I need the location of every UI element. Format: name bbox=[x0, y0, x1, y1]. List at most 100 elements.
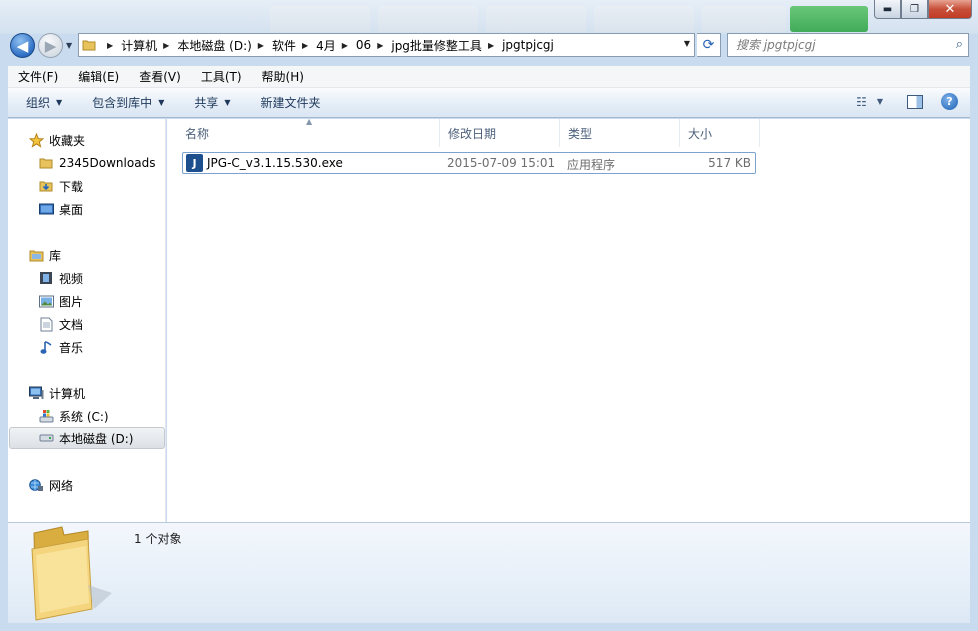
background-tab bbox=[378, 6, 478, 32]
menu-edit[interactable]: 编辑(E) bbox=[68, 68, 129, 85]
nav-2345downloads-label: 2345Downloads bbox=[59, 156, 156, 170]
star-icon bbox=[28, 132, 44, 148]
close-button[interactable]: ✕ bbox=[928, 0, 972, 19]
column-header-name-label: 名称 bbox=[185, 126, 210, 141]
exe-file-icon: J bbox=[186, 154, 203, 172]
background-tab bbox=[594, 6, 694, 32]
preview-pane-icon[interactable] bbox=[907, 94, 923, 109]
menu-help[interactable]: 帮助(H) bbox=[252, 68, 314, 85]
share-button[interactable]: 共享 ▼ bbox=[174, 94, 240, 111]
menu-file[interactable]: 文件(F) bbox=[8, 68, 68, 85]
search-box[interactable]: ⌕ bbox=[727, 33, 969, 57]
include-in-library-label: 包含到库中 bbox=[92, 96, 153, 110]
background-tab bbox=[702, 6, 786, 32]
window-controls: ▬ ❐ ✕ bbox=[874, 0, 972, 19]
nav-favorites-label: 收藏夹 bbox=[49, 133, 86, 148]
nav-system-c-label: 系统 (C:) bbox=[59, 409, 109, 424]
view-dropdown-icon[interactable]: ▼ bbox=[877, 97, 883, 106]
help-icon[interactable]: ? bbox=[941, 93, 958, 110]
video-icon bbox=[38, 270, 54, 286]
nav-libraries[interactable]: 库 bbox=[28, 244, 61, 266]
organize-button[interactable]: 组织 ▼ bbox=[8, 94, 72, 111]
folder-icon bbox=[79, 34, 99, 56]
chevron-down-icon: ▼ bbox=[158, 98, 165, 107]
background-tab bbox=[486, 6, 586, 32]
nav-downloads-label: 下载 bbox=[59, 179, 84, 194]
nav-local-d[interactable]: 本地磁盘 (D:) bbox=[9, 427, 165, 449]
nav-documents-label: 文档 bbox=[59, 317, 84, 332]
chevron-right-icon[interactable]: ▶ bbox=[302, 41, 308, 50]
item-count: 1 个对象 bbox=[134, 532, 182, 546]
breadcrumb-item[interactable]: 4月 ▶ bbox=[316, 37, 356, 54]
nav-network[interactable]: 网络 bbox=[28, 474, 73, 496]
nav-videos-label: 视频 bbox=[59, 271, 84, 286]
folder-icon bbox=[38, 155, 54, 171]
minimize-button[interactable]: ▬ bbox=[874, 0, 901, 19]
file-modified: 2015-07-09 15:01 bbox=[447, 156, 556, 170]
chevron-right-icon[interactable]: ▶ bbox=[163, 41, 169, 50]
nav-favorites[interactable]: 收藏夹 bbox=[28, 129, 85, 151]
menu-tools[interactable]: 工具(T) bbox=[191, 68, 252, 85]
nav-system-c[interactable]: 系统 (C:) bbox=[38, 405, 109, 427]
address-dropdown-icon[interactable]: ▼ bbox=[684, 39, 690, 48]
refresh-button[interactable]: ⟳ bbox=[697, 33, 721, 57]
window-titlebar: ▬ ❐ ✕ bbox=[0, 0, 978, 34]
forward-button[interactable]: ▶ bbox=[38, 33, 63, 58]
desktop-icon bbox=[38, 201, 54, 217]
nav-network-label: 网络 bbox=[49, 478, 74, 493]
breadcrumb-item[interactable]: 计算机 ▶ bbox=[121, 37, 177, 54]
breadcrumb-item[interactable]: jpgtpjcgj bbox=[502, 38, 554, 52]
search-input[interactable] bbox=[736, 38, 936, 52]
new-folder-button[interactable]: 新建文件夹 bbox=[241, 94, 331, 111]
breadcrumb-item[interactable]: 软件 ▶ bbox=[272, 37, 316, 54]
nav-desktop-label: 桌面 bbox=[59, 202, 84, 217]
file-row[interactable]: J JPG-C_v3.1.15.530.exe 2015-07-09 15:01… bbox=[182, 152, 756, 174]
chevron-down-icon: ▼ bbox=[224, 98, 231, 107]
column-header-size[interactable]: 大小 bbox=[678, 119, 760, 147]
menu-bar: 文件(F) 编辑(E) 查看(V) 工具(T) 帮助(H) bbox=[8, 66, 970, 88]
breadcrumb-item[interactable]: 06 ▶ bbox=[356, 38, 391, 52]
large-folder-icon bbox=[28, 525, 118, 624]
nav-documents[interactable]: 文档 bbox=[38, 313, 83, 335]
refresh-icon: ⟳ bbox=[702, 37, 715, 53]
chevron-right-icon[interactable]: ▶ bbox=[107, 41, 113, 50]
nav-2345downloads[interactable]: 2345Downloads bbox=[38, 152, 155, 174]
search-icon[interactable]: ⌕ bbox=[956, 37, 963, 52]
nav-computer-label: 计算机 bbox=[49, 386, 86, 401]
music-icon bbox=[38, 339, 54, 355]
column-header-type[interactable]: 类型 bbox=[558, 119, 680, 147]
nav-pictures-label: 图片 bbox=[59, 294, 84, 309]
nav-pictures[interactable]: 图片 bbox=[38, 290, 83, 312]
nav-desktop[interactable]: 桌面 bbox=[38, 198, 83, 220]
picture-icon bbox=[38, 293, 54, 309]
recent-pages-dropdown[interactable]: ▼ bbox=[66, 41, 72, 50]
nav-downloads[interactable]: 下载 bbox=[38, 175, 83, 197]
view-options-icon[interactable]: ☷ bbox=[856, 95, 867, 109]
breadcrumb-item[interactable]: 本地磁盘 (D:) ▶ bbox=[177, 37, 272, 54]
hard-drive-icon bbox=[38, 430, 54, 446]
back-button[interactable]: ◀ bbox=[10, 33, 35, 58]
nav-music[interactable]: 音乐 bbox=[38, 336, 83, 358]
chevron-right-icon[interactable]: ▶ bbox=[488, 41, 494, 50]
chevron-right-icon[interactable]: ▶ bbox=[258, 41, 264, 50]
column-header-modified[interactable]: 修改日期 bbox=[438, 119, 560, 147]
background-tab bbox=[270, 6, 370, 32]
breadcrumb-item[interactable]: jpg批量修整工具 ▶ bbox=[391, 37, 502, 54]
download-folder-icon bbox=[38, 178, 54, 194]
nav-computer[interactable]: 计算机 bbox=[28, 382, 85, 404]
chevron-right-icon[interactable]: ▶ bbox=[342, 41, 348, 50]
column-header-name[interactable]: 名称 bbox=[175, 119, 440, 147]
chevron-right-icon[interactable]: ▶ bbox=[377, 41, 383, 50]
file-name: JPG-C_v3.1.15.530.exe bbox=[207, 156, 343, 170]
organize-label: 组织 bbox=[26, 96, 51, 110]
address-bar[interactable]: ▶ 计算机 ▶ 本地磁盘 (D:) ▶ 软件 ▶ 4月 ▶ 06 ▶ jpg批量修整工具 ▶… bbox=[78, 33, 695, 57]
include-in-library-button[interactable]: 包含到库中 ▼ bbox=[72, 94, 174, 111]
menu-view[interactable]: 查看(V) bbox=[129, 68, 191, 85]
new-folder-label: 新建文件夹 bbox=[260, 96, 321, 110]
command-bar: 组织 ▼ 包含到库中 ▼ 共享 ▼ 新建文件夹 ☷ ▼ ? bbox=[8, 88, 970, 118]
column-header-modified-label: 修改日期 bbox=[448, 126, 497, 141]
nav-videos[interactable]: 视频 bbox=[38, 267, 83, 289]
navigation-pane: 收藏夹 2345Downloads 下载 桌面 库 视频 图片 文档 音乐 计算… bbox=[8, 119, 166, 522]
maximize-button[interactable]: ❐ bbox=[901, 0, 928, 19]
details-pane: 1 个对象 bbox=[8, 522, 970, 623]
